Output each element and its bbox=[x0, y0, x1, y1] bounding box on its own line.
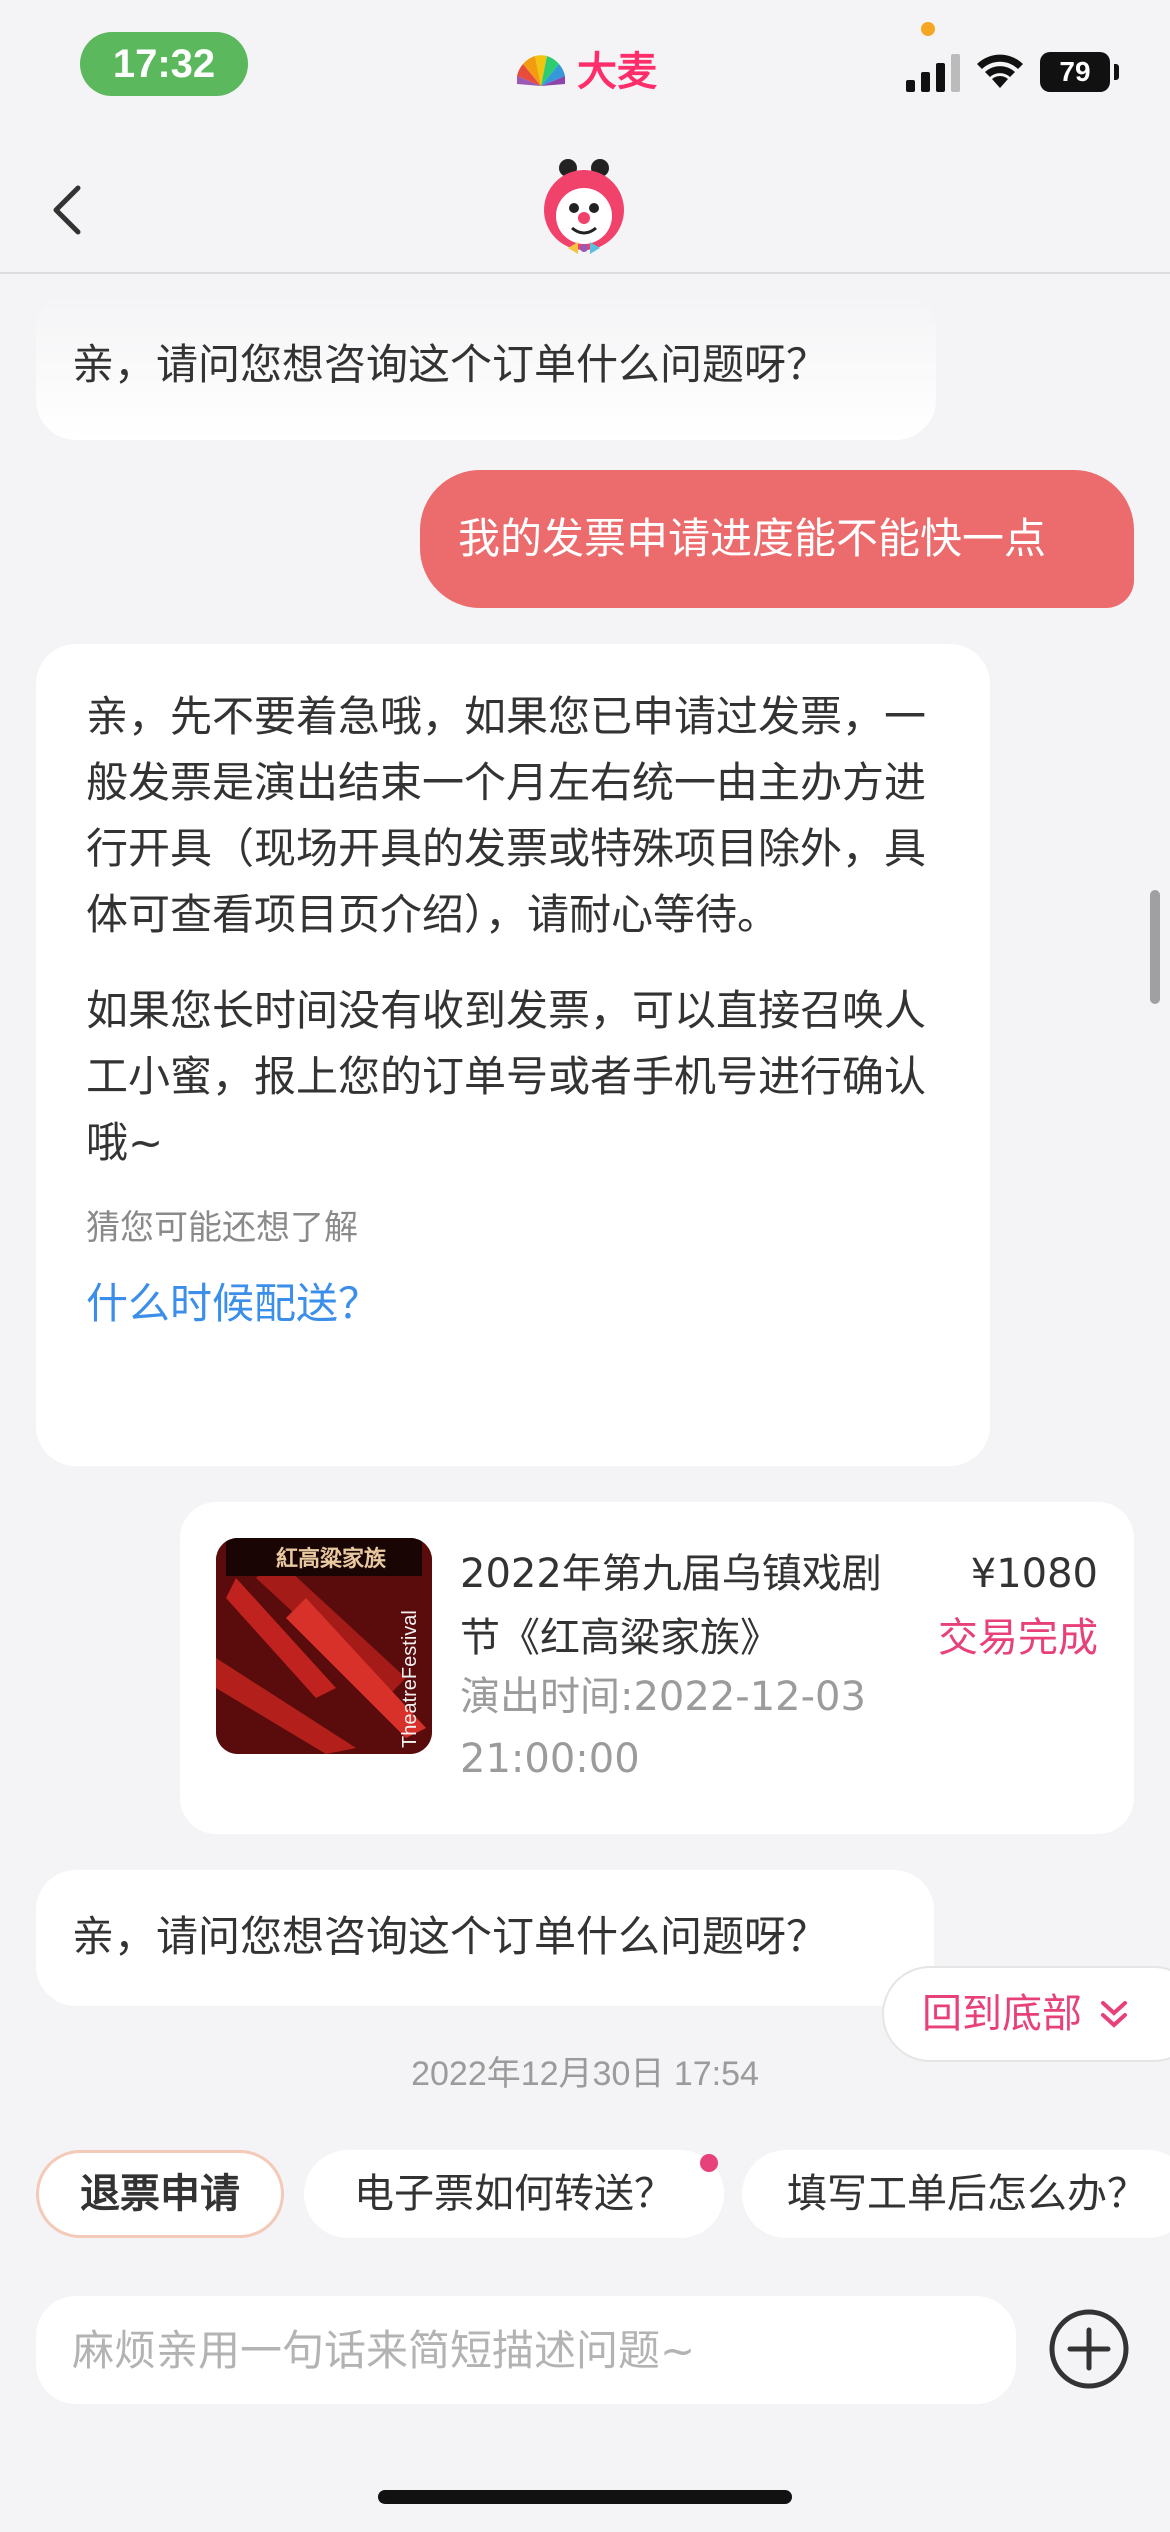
status-bar: 17:32 大麦 79 bbox=[0, 0, 1170, 140]
chip-eticket-transfer[interactable]: 电子票如何转送？ bbox=[304, 2150, 724, 2238]
chevron-left-icon[interactable] bbox=[44, 180, 94, 240]
double-chevron-down-icon bbox=[1100, 2001, 1127, 2028]
answer-paragraph-2: 如果您长时间没有收到发票，可以直接召唤人工小蜜，报上您的订单号或者手机号进行确认… bbox=[86, 986, 927, 1167]
back-to-bottom-label: 回到底部 bbox=[922, 1991, 1082, 2037]
poster-text: TheatreFestival bbox=[399, 1610, 421, 1748]
chip-after-ticket[interactable]: 填写工单后怎么办？ bbox=[742, 2150, 1170, 2238]
brand-text: 大麦 bbox=[577, 49, 657, 95]
home-indicator[interactable] bbox=[378, 2490, 792, 2504]
privacy-indicator-dot bbox=[921, 22, 935, 36]
order-title: 2022年第九届乌镇戏剧节《红高粱家族》 bbox=[460, 1551, 882, 1661]
bot-message-answer: 亲，先不要着急哦，如果您已申请过发票，一般发票是演出结束一个月左右统一由主办方进… bbox=[36, 644, 990, 1466]
message-input[interactable] bbox=[36, 2296, 1016, 2404]
bot-message: 亲，请问您想咨询这个订单什么问题呀？ bbox=[36, 1870, 934, 2006]
svg-text:紅高粱家族: 紅高粱家族 bbox=[276, 1546, 387, 1572]
scrollbar[interactable] bbox=[1150, 890, 1160, 1004]
answer-paragraph-1: 亲，先不要着急哦，如果您已申请过发票，一般发票是演出结束一个月左右统一由主办方进… bbox=[86, 692, 927, 939]
order-status: 交易完成 bbox=[938, 1615, 1098, 1661]
order-show-time: 演出时间:2022-12-03 21:00:00 bbox=[460, 1674, 866, 1782]
order-price: ¥1080 bbox=[970, 1551, 1098, 1597]
suggestion-hint: 猜您可能还想了解 bbox=[86, 1208, 358, 1248]
chat-timestamp: 2022年12月30日 17:54 bbox=[411, 2055, 759, 2093]
user-message: 我的发票申请进度能不能快一点 bbox=[420, 470, 1134, 608]
bot-message: 亲，请问您想咨询这个订单什么问题呀？ bbox=[36, 290, 936, 440]
plus-circle-icon[interactable] bbox=[1048, 2308, 1130, 2390]
battery-cap bbox=[1114, 64, 1119, 80]
order-card[interactable]: 紅高粱家族 TheatreFestival 2022年第九届乌镇戏剧节《红高粱家… bbox=[180, 1502, 1134, 1834]
chip-refund-request[interactable]: 退票申请 bbox=[36, 2150, 284, 2238]
battery-indicator: 79 bbox=[1040, 52, 1110, 92]
status-time: 17:32 bbox=[80, 32, 248, 96]
damai-logo-icon bbox=[517, 55, 565, 86]
nav-bar bbox=[0, 140, 1170, 274]
cellular-signal-icon bbox=[906, 54, 960, 92]
new-badge-dot bbox=[700, 2154, 718, 2172]
brand: 大麦 bbox=[515, 38, 657, 98]
damai-mascot-icon bbox=[544, 159, 624, 254]
suggestion-link[interactable]: 什么时候配送？ bbox=[86, 1278, 940, 1330]
order-poster-image: 紅高粱家族 TheatreFestival bbox=[216, 1538, 432, 1754]
wifi-icon bbox=[977, 54, 1023, 88]
poster-artwork: 紅高粱家族 TheatreFestival bbox=[216, 1538, 432, 1754]
